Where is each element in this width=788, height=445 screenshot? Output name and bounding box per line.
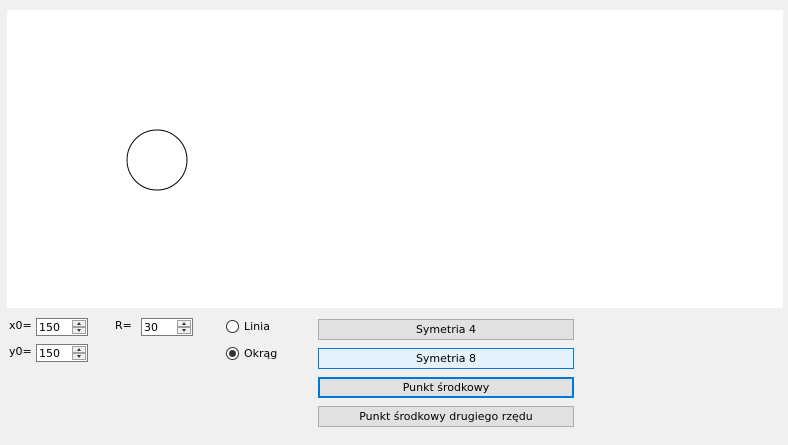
drawn-circle (126, 129, 188, 191)
radius-spinner[interactable]: 30 (141, 318, 193, 336)
y0-increment-arrow-icon[interactable] (72, 346, 86, 353)
y0-value[interactable]: 150 (39, 346, 60, 361)
radius-value[interactable]: 30 (144, 320, 158, 335)
symmetry-4-button[interactable]: Symetria 4 (318, 319, 574, 340)
x0-label: x0= (9, 319, 32, 332)
drawing-surface (126, 129, 188, 191)
x0-spinner[interactable]: 150 (36, 318, 88, 336)
line-radio[interactable] (226, 320, 239, 333)
circle-radio-label[interactable]: Okrąg (244, 347, 277, 360)
x0-decrement-arrow-icon[interactable] (72, 327, 86, 334)
midpoint-button[interactable]: Punkt środkowy (318, 377, 574, 398)
y0-label: y0= (9, 345, 32, 358)
circle-radio[interactable] (226, 347, 239, 360)
radius-label: R= (115, 319, 132, 332)
symmetry-8-button[interactable]: Symetria 8 (318, 348, 574, 369)
x0-increment-arrow-icon[interactable] (72, 320, 86, 327)
midpoint-second-order-button[interactable]: Punkt środkowy drugiego rzędu (318, 406, 574, 427)
radius-increment-arrow-icon[interactable] (177, 320, 191, 327)
y0-decrement-arrow-icon[interactable] (72, 353, 86, 360)
y0-spinner[interactable]: 150 (36, 344, 88, 362)
x0-value[interactable]: 150 (39, 320, 60, 335)
line-radio-label[interactable]: Linia (244, 320, 270, 333)
drawing-canvas (7, 10, 783, 308)
radius-decrement-arrow-icon[interactable] (177, 327, 191, 334)
